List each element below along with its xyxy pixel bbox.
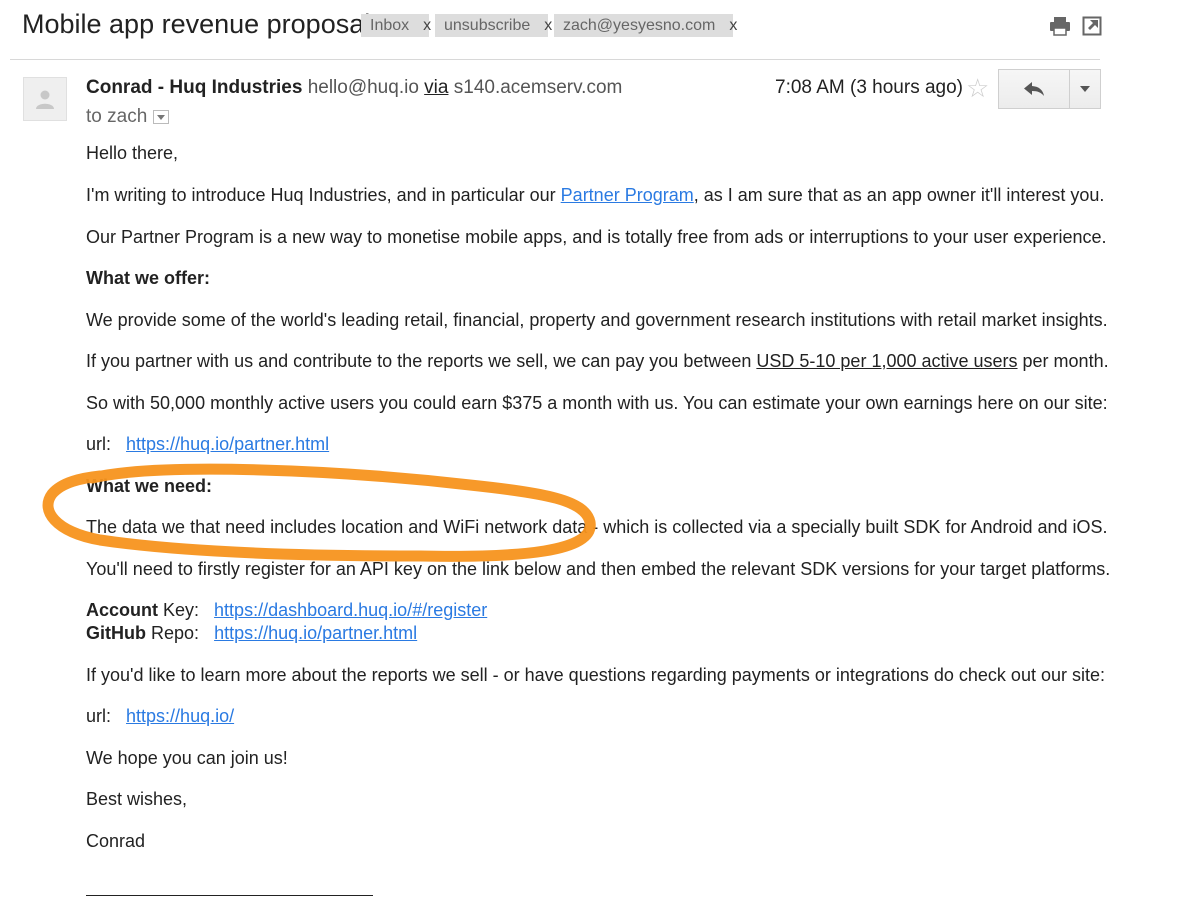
github-label-rest: Repo: bbox=[146, 623, 200, 643]
new-window-icon[interactable] bbox=[1080, 14, 1104, 38]
more-actions-button[interactable] bbox=[1069, 69, 1101, 109]
paragraph-8: If you'd like to learn more about the re… bbox=[86, 665, 1105, 685]
github-link[interactable]: https://huq.io/partner.html bbox=[214, 623, 417, 643]
header-actions bbox=[1048, 14, 1104, 38]
signature-divider bbox=[86, 895, 373, 896]
account-label-rest: Key: bbox=[158, 600, 200, 620]
url-label: url: bbox=[86, 706, 112, 726]
label-inbox[interactable]: Inbox x bbox=[361, 14, 431, 37]
closing: Best wishes, bbox=[86, 789, 188, 809]
intro-text-end: , as I am sure that as an app owner it'l… bbox=[693, 185, 1105, 205]
label-text: Inbox bbox=[370, 17, 410, 34]
paragraph-7: You'll need to firstly register for an A… bbox=[86, 559, 1111, 579]
partner-url-link[interactable]: https://huq.io/partner.html bbox=[126, 434, 329, 454]
label-remove-button[interactable]: x bbox=[544, 14, 552, 37]
avatar bbox=[23, 77, 67, 121]
timestamp: 7:08 AM (3 hours ago) bbox=[775, 77, 963, 98]
p4-text: If you partner with us and contribute to… bbox=[86, 351, 757, 371]
offer-heading: What we offer: bbox=[86, 268, 210, 288]
reply-icon bbox=[1024, 82, 1044, 96]
star-icon[interactable]: ☆ bbox=[966, 74, 989, 102]
label-text: zach@yesyesno.com bbox=[563, 17, 716, 34]
need-heading: What we need: bbox=[86, 476, 213, 496]
label-address[interactable]: zach@yesyesno.com x bbox=[554, 14, 737, 37]
paragraph-6: The data we that need includes location … bbox=[86, 517, 1108, 537]
paragraph-9: We hope you can join us! bbox=[86, 748, 288, 768]
url-line-2: url: https://huq.io/ bbox=[86, 705, 234, 727]
account-label-bold: Account bbox=[86, 600, 158, 620]
paragraph-2: Our Partner Program is a new way to mone… bbox=[86, 227, 1107, 247]
url-label: url: bbox=[86, 434, 112, 454]
paragraph-4: If you partner with us and contribute to… bbox=[86, 350, 1109, 372]
url-line-1: url: https://huq.io/partner.html bbox=[86, 433, 329, 455]
label-list: Inbox x unsubscribe x zach@yesyesno.com … bbox=[361, 14, 737, 37]
greeting: Hello there, bbox=[86, 143, 179, 163]
email-subject: Mobile app revenue proposal bbox=[22, 9, 371, 39]
github-repo-line: GitHub Repo: https://huq.io/partner.html bbox=[86, 622, 417, 644]
reply-button[interactable] bbox=[998, 69, 1070, 109]
recipient-text: to zach bbox=[86, 106, 148, 127]
intro-paragraph: I'm writing to introduce Huq Industries,… bbox=[86, 184, 1104, 206]
partner-program-link[interactable]: Partner Program bbox=[561, 185, 694, 205]
signoff: Conrad bbox=[86, 831, 146, 851]
sender-line: Conrad - Huq Industries hello@huq.io via… bbox=[86, 77, 622, 99]
sender-name[interactable]: Conrad - Huq Industries bbox=[86, 77, 302, 98]
label-unsubscribe[interactable]: unsubscribe x bbox=[435, 14, 552, 37]
label-remove-button[interactable]: x bbox=[423, 14, 431, 37]
register-link[interactable]: https://dashboard.huq.io/#/register bbox=[214, 600, 487, 620]
details-dropdown-button[interactable] bbox=[153, 110, 170, 124]
paragraph-5: So with 50,000 monthly active users you … bbox=[86, 393, 1108, 413]
caret-down-icon bbox=[1080, 86, 1090, 92]
print-icon[interactable] bbox=[1048, 14, 1072, 38]
chevron-down-icon bbox=[157, 114, 166, 120]
intro-text: I'm writing to introduce Huq Industries,… bbox=[86, 185, 561, 205]
header-divider bbox=[10, 59, 1100, 60]
p4-text-end: per month. bbox=[1017, 351, 1109, 371]
recipient-line: to zach bbox=[86, 106, 170, 128]
person-icon bbox=[36, 90, 54, 109]
sender-email: hello@huq.io bbox=[307, 77, 419, 98]
label-text: unsubscribe bbox=[444, 17, 531, 34]
github-label-bold: GitHub bbox=[86, 623, 146, 643]
via-link[interactable]: via bbox=[424, 77, 448, 98]
via-host: s140.acemserv.com bbox=[453, 77, 623, 98]
paragraph-3: We provide some of the world's leading r… bbox=[86, 310, 1108, 330]
label-remove-button[interactable]: x bbox=[729, 14, 737, 37]
rate-underline: USD 5-10 per 1,000 active users bbox=[756, 351, 1018, 371]
huq-site-link[interactable]: https://huq.io/ bbox=[126, 706, 234, 726]
account-key-line: Account Key: https://dashboard.huq.io/#/… bbox=[86, 599, 487, 621]
